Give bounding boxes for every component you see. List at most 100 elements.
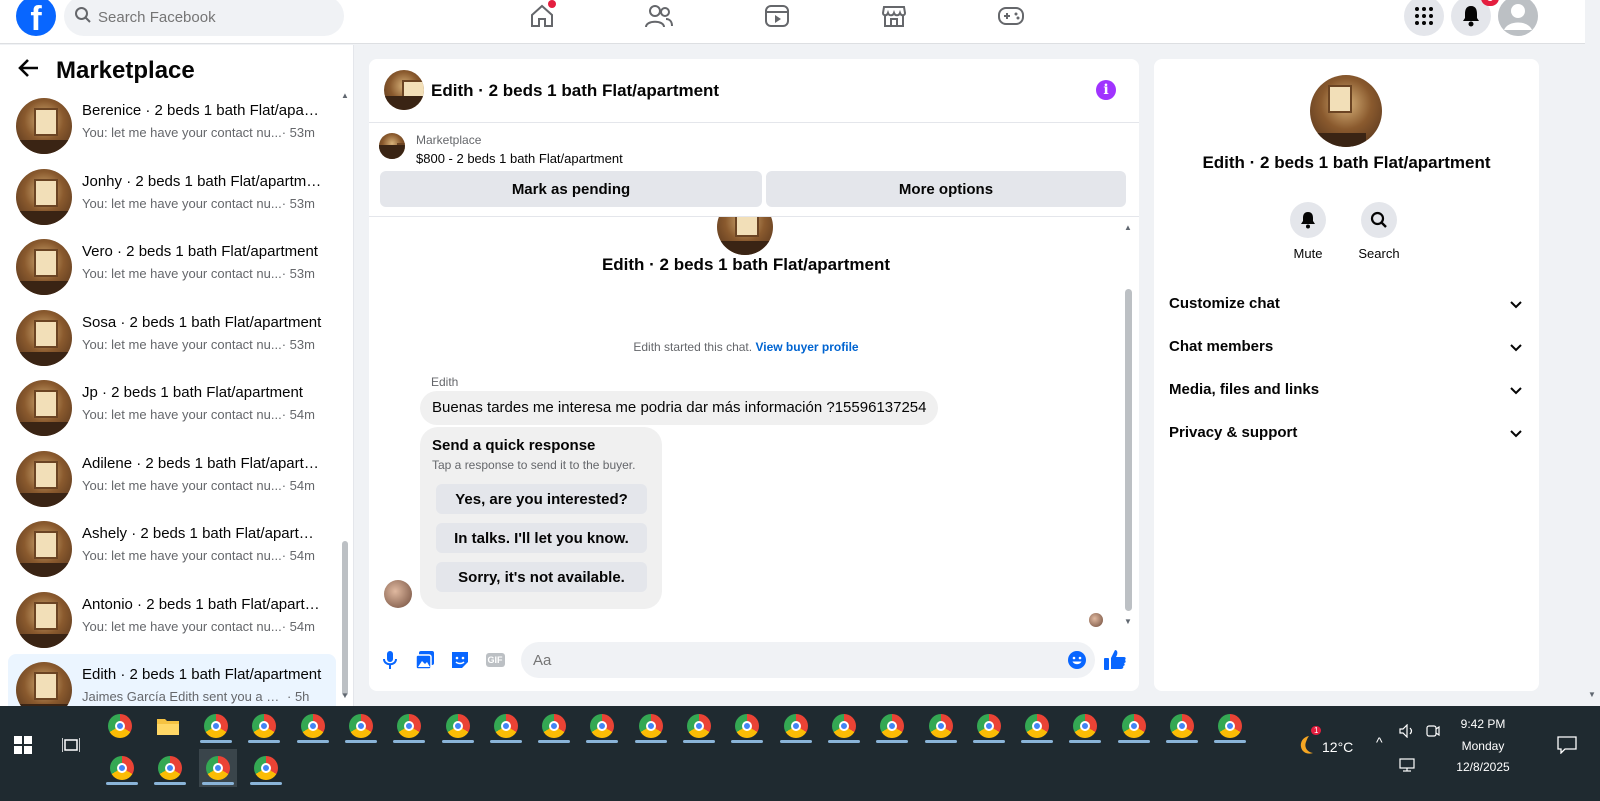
message-input[interactable] — [521, 642, 1095, 678]
chrome-window-icon[interactable] — [199, 749, 237, 787]
sticker-icon[interactable] — [447, 647, 473, 673]
search-action[interactable]: Search — [1349, 202, 1409, 261]
details-section-privacy-support[interactable]: Privacy & support — [1169, 414, 1525, 454]
clock-date[interactable]: 12/8/2025 — [1448, 760, 1518, 774]
file-explorer-icon[interactable] — [149, 707, 187, 745]
incoming-message-bubble[interactable]: Buenas tardes me interesa me podria dar … — [420, 391, 939, 425]
chat-scroll-down-arrow[interactable]: ▼ — [1124, 617, 1132, 626]
chrome-window-icon[interactable] — [728, 707, 766, 745]
notifications-bell-icon[interactable]: 3 — [1451, 0, 1499, 36]
home-icon[interactable] — [524, 0, 560, 32]
clock-time[interactable]: 9:42 PM — [1448, 717, 1518, 731]
page-scrollbar[interactable]: ▼ — [1585, 0, 1600, 706]
listing-thumbnail[interactable] — [379, 133, 405, 159]
conversation-item[interactable]: Jp · 2 beds 1 bath Flat/apartment You: le… — [8, 372, 336, 443]
chat-title[interactable]: Edith · 2 beds 1 bath Flat/apartment — [431, 81, 719, 101]
search-in-chat-icon[interactable] — [1361, 202, 1397, 238]
chrome-window-icon[interactable] — [1018, 707, 1056, 745]
chrome-window-icon[interactable] — [247, 749, 285, 787]
chrome-window-icon[interactable] — [151, 749, 189, 787]
conversation-item[interactable]: Antonio · 2 beds 1 bath Flat/apartment Yo… — [8, 584, 336, 655]
chrome-window-icon[interactable] — [583, 707, 621, 745]
info-icon[interactable]: i — [1096, 80, 1116, 100]
details-section-chat-members[interactable]: Chat members — [1169, 328, 1525, 368]
gaming-icon[interactable] — [993, 0, 1029, 32]
quick-reply-not-available-button[interactable]: Sorry, it's not available. — [436, 562, 647, 592]
like-thumb-icon[interactable] — [1102, 647, 1128, 673]
weather-icon[interactable]: 1 — [1287, 726, 1325, 764]
windows-start-icon[interactable] — [4, 726, 42, 764]
friends-icon[interactable] — [641, 0, 677, 32]
mark-as-pending-button[interactable]: Mark as pending — [380, 171, 762, 207]
temperature-text[interactable]: 12°C — [1322, 739, 1353, 755]
conversation-item[interactable]: Jonhy · 2 beds 1 bath Flat/apartment You:… — [8, 161, 336, 232]
chrome-window-icon[interactable] — [777, 707, 815, 745]
chrome-window-icon[interactable] — [873, 707, 911, 745]
back-arrow-icon[interactable] — [18, 57, 40, 84]
camera-tray-icon[interactable] — [1414, 712, 1452, 750]
photo-icon[interactable] — [412, 647, 438, 673]
listing-price[interactable]: $800 - 2 beds 1 bath Flat/apartment — [416, 151, 623, 166]
chrome-window-icon[interactable] — [825, 707, 863, 745]
emoji-icon[interactable] — [1064, 647, 1090, 673]
chrome-window-icon[interactable] — [680, 707, 718, 745]
chrome-window-icon[interactable] — [970, 707, 1008, 745]
details-section-customize-chat[interactable]: Customize chat — [1169, 285, 1525, 325]
clock-day[interactable]: Monday — [1448, 739, 1518, 753]
quick-reply-interested-button[interactable]: Yes, are you interested? — [436, 484, 647, 514]
chrome-window-icon[interactable] — [1115, 707, 1153, 745]
sender-avatar[interactable] — [384, 580, 412, 608]
chrome-window-icon[interactable] — [1163, 707, 1201, 745]
chrome-window-icon[interactable] — [103, 749, 141, 787]
chrome-window-icon[interactable] — [342, 707, 380, 745]
chat-scrollbar[interactable]: ▲ ▼ — [1123, 223, 1133, 629]
conversation-item[interactable]: Sosa · 2 beds 1 bath Flat/apartment You: … — [8, 302, 336, 373]
page-scroll-down-arrow[interactable]: ▼ — [1588, 690, 1596, 699]
details-avatar[interactable] — [1310, 75, 1382, 147]
chrome-window-icon[interactable] — [632, 707, 670, 745]
scroll-down-arrow[interactable]: ▼ — [341, 691, 349, 700]
facebook-logo[interactable]: f — [16, 0, 56, 38]
task-view-icon[interactable] — [52, 726, 90, 764]
chrome-window-icon[interactable] — [487, 707, 525, 745]
conversation-item[interactable]: Edith · 2 beds 1 bath Flat/apartment Jaim… — [8, 654, 336, 706]
chrome-window-icon[interactable] — [439, 707, 477, 745]
video-icon[interactable] — [759, 0, 795, 32]
view-buyer-profile-link[interactable]: View buyer profile — [755, 340, 858, 354]
conversation-item[interactable]: Vero · 2 beds 1 bath Flat/apartment You: … — [8, 231, 336, 302]
microphone-icon[interactable] — [377, 647, 403, 673]
tray-chevron-up-icon[interactable]: ^ — [1376, 734, 1383, 750]
conversation-item[interactable]: Berenice · 2 beds 1 bath Flat/apartment Y… — [8, 90, 336, 161]
conversation-item[interactable]: Adilene · 2 beds 1 bath Flat/apartment Yo… — [8, 443, 336, 514]
conversation-preview-text: You: let me have your contact nu... — [82, 618, 282, 634]
chrome-window-icon[interactable] — [245, 707, 283, 745]
chrome-window-icon[interactable] — [101, 707, 139, 745]
sidebar-scrollbar[interactable]: ▲ ▼ — [341, 91, 349, 701]
chrome-window-icon[interactable] — [922, 707, 960, 745]
mute-action[interactable]: Mute — [1278, 202, 1338, 261]
profile-avatar[interactable] — [1498, 0, 1538, 36]
chrome-window-icon[interactable] — [197, 707, 235, 745]
chat-avatar[interactable] — [384, 70, 424, 110]
gif-icon[interactable]: GIF — [482, 647, 508, 673]
chrome-window-icon[interactable] — [294, 707, 332, 745]
chrome-window-icon[interactable] — [390, 707, 428, 745]
chat-scrollbar-thumb[interactable] — [1125, 289, 1132, 611]
chrome-window-icon[interactable] — [1066, 707, 1104, 745]
more-options-button[interactable]: More options — [766, 171, 1126, 207]
chrome-window-icon[interactable] — [535, 707, 573, 745]
conversation-item[interactable]: Ashely · 2 beds 1 bath Flat/apartment You… — [8, 513, 336, 584]
menu-grid-icon[interactable] — [1404, 0, 1444, 36]
scroll-up-arrow[interactable]: ▲ — [341, 91, 349, 100]
notification-center-icon[interactable] — [1548, 726, 1586, 764]
sidebar-scrollbar-thumb[interactable] — [342, 541, 348, 696]
search-box[interactable] — [64, 0, 344, 36]
chrome-window-icon[interactable] — [1211, 707, 1249, 745]
details-section-media-files-and-links[interactable]: Media, files and links — [1169, 371, 1525, 411]
network-icon[interactable] — [1388, 746, 1426, 784]
chat-scroll-up-arrow[interactable]: ▲ — [1124, 223, 1132, 232]
mute-bell-icon[interactable] — [1290, 202, 1326, 238]
marketplace-icon[interactable] — [876, 0, 912, 32]
search-input[interactable] — [98, 0, 334, 36]
quick-reply-in-talks-button[interactable]: In talks. I'll let you know. — [436, 523, 647, 553]
